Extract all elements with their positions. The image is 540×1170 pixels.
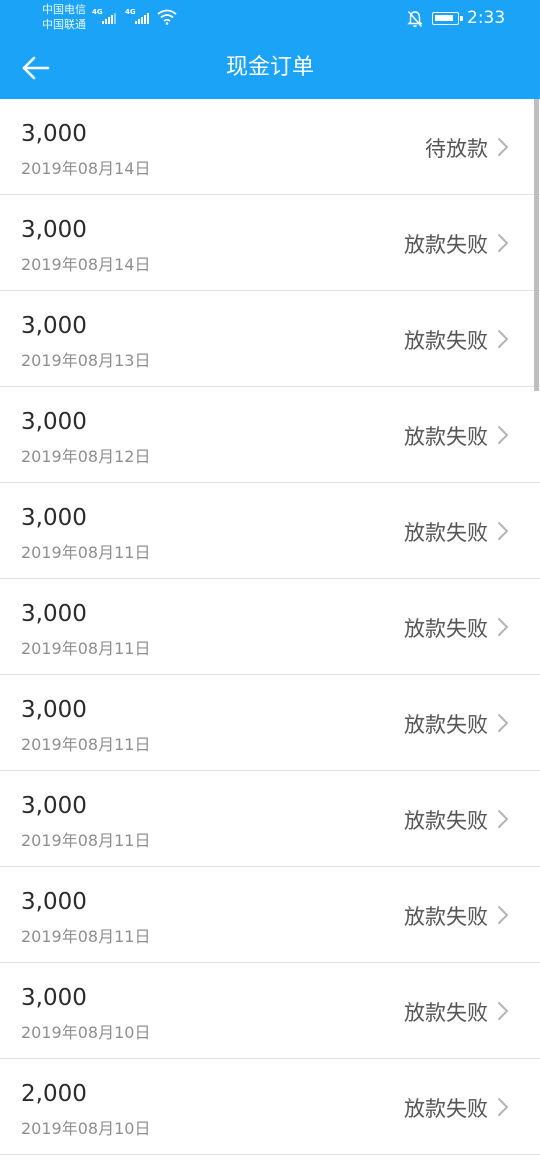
order-amount: 3,000 bbox=[21, 889, 87, 915]
order-status: 放款失败 bbox=[404, 905, 488, 929]
order-date: 2019年08月11日 bbox=[21, 927, 151, 946]
order-amount: 3,000 bbox=[21, 313, 87, 339]
chevron-right-icon bbox=[498, 1098, 508, 1116]
order-status: 待放款 bbox=[425, 137, 488, 161]
order-date: 2019年08月14日 bbox=[21, 159, 151, 178]
status-bar: 中国电信 中国联通 4G 4G 2:33 bbox=[0, 0, 540, 36]
order-list: 3,000 2019年08月14日 待放款 3,000 2019年08月14日 … bbox=[0, 99, 540, 1155]
order-list-item[interactable]: 3,000 2019年08月13日 放款失败 bbox=[0, 291, 540, 387]
carrier-1: 中国电信 bbox=[42, 3, 86, 16]
order-date: 2019年08月10日 bbox=[21, 1119, 151, 1138]
arrow-left-icon bbox=[22, 56, 50, 80]
order-status: 放款失败 bbox=[404, 809, 488, 833]
chevron-right-icon bbox=[498, 522, 508, 540]
chevron-right-icon bbox=[498, 810, 508, 828]
order-amount: 3,000 bbox=[21, 121, 87, 147]
clock: 2:33 bbox=[467, 8, 506, 28]
chevron-right-icon bbox=[498, 330, 508, 348]
order-status: 放款失败 bbox=[404, 617, 488, 641]
order-amount: 3,000 bbox=[21, 601, 87, 627]
order-list-item[interactable]: 2,000 2019年08月10日 放款失败 bbox=[0, 1059, 540, 1155]
wifi-icon bbox=[157, 9, 177, 25]
order-amount: 3,000 bbox=[21, 793, 87, 819]
chevron-right-icon bbox=[498, 426, 508, 444]
network-type-2: 4G bbox=[125, 8, 136, 16]
order-amount: 3,000 bbox=[21, 505, 87, 531]
chevron-right-icon bbox=[498, 906, 508, 924]
order-status: 放款失败 bbox=[404, 233, 488, 257]
order-list-item[interactable]: 3,000 2019年08月11日 放款失败 bbox=[0, 483, 540, 579]
chevron-right-icon bbox=[498, 1002, 508, 1020]
carrier-2: 中国联通 bbox=[42, 18, 86, 31]
order-date: 2019年08月12日 bbox=[21, 447, 151, 466]
order-date: 2019年08月11日 bbox=[21, 831, 151, 850]
chevron-right-icon bbox=[498, 618, 508, 636]
carrier-names: 中国电信 中国联通 bbox=[42, 2, 86, 32]
order-list-item[interactable]: 3,000 2019年08月14日 待放款 bbox=[0, 99, 540, 195]
order-list-item[interactable]: 3,000 2019年08月12日 放款失败 bbox=[0, 387, 540, 483]
order-amount: 3,000 bbox=[21, 985, 87, 1011]
app-bar: 现金订单 bbox=[0, 36, 540, 99]
network-type-1: 4G bbox=[92, 8, 103, 16]
order-date: 2019年08月11日 bbox=[21, 639, 151, 658]
order-list-item[interactable]: 3,000 2019年08月11日 放款失败 bbox=[0, 579, 540, 675]
order-amount: 3,000 bbox=[21, 217, 87, 243]
order-list-item[interactable]: 3,000 2019年08月14日 放款失败 bbox=[0, 195, 540, 291]
order-list-item[interactable]: 3,000 2019年08月10日 放款失败 bbox=[0, 963, 540, 1059]
chevron-right-icon bbox=[498, 234, 508, 252]
chevron-right-icon bbox=[498, 138, 508, 156]
order-status: 放款失败 bbox=[404, 1097, 488, 1121]
order-date: 2019年08月10日 bbox=[21, 1023, 151, 1042]
order-date: 2019年08月11日 bbox=[21, 543, 151, 562]
order-list-item[interactable]: 3,000 2019年08月11日 放款失败 bbox=[0, 675, 540, 771]
order-date: 2019年08月11日 bbox=[21, 735, 151, 754]
order-list-item[interactable]: 3,000 2019年08月11日 放款失败 bbox=[0, 867, 540, 963]
page-title: 现金订单 bbox=[225, 55, 314, 80]
bell-muted-icon bbox=[407, 11, 423, 27]
order-status: 放款失败 bbox=[404, 1001, 488, 1025]
order-date: 2019年08月13日 bbox=[21, 351, 151, 370]
battery-icon bbox=[432, 12, 463, 25]
chevron-right-icon bbox=[498, 714, 508, 732]
order-amount: 3,000 bbox=[21, 409, 87, 435]
back-button[interactable] bbox=[14, 48, 58, 88]
order-date: 2019年08月14日 bbox=[21, 255, 151, 274]
scrollbar[interactable] bbox=[534, 99, 539, 391]
order-list-item[interactable]: 3,000 2019年08月11日 放款失败 bbox=[0, 771, 540, 867]
order-status: 放款失败 bbox=[404, 329, 488, 353]
order-status: 放款失败 bbox=[404, 425, 488, 449]
order-status: 放款失败 bbox=[404, 713, 488, 737]
order-amount: 3,000 bbox=[21, 697, 87, 723]
order-amount: 2,000 bbox=[21, 1081, 87, 1107]
order-status: 放款失败 bbox=[404, 521, 488, 545]
